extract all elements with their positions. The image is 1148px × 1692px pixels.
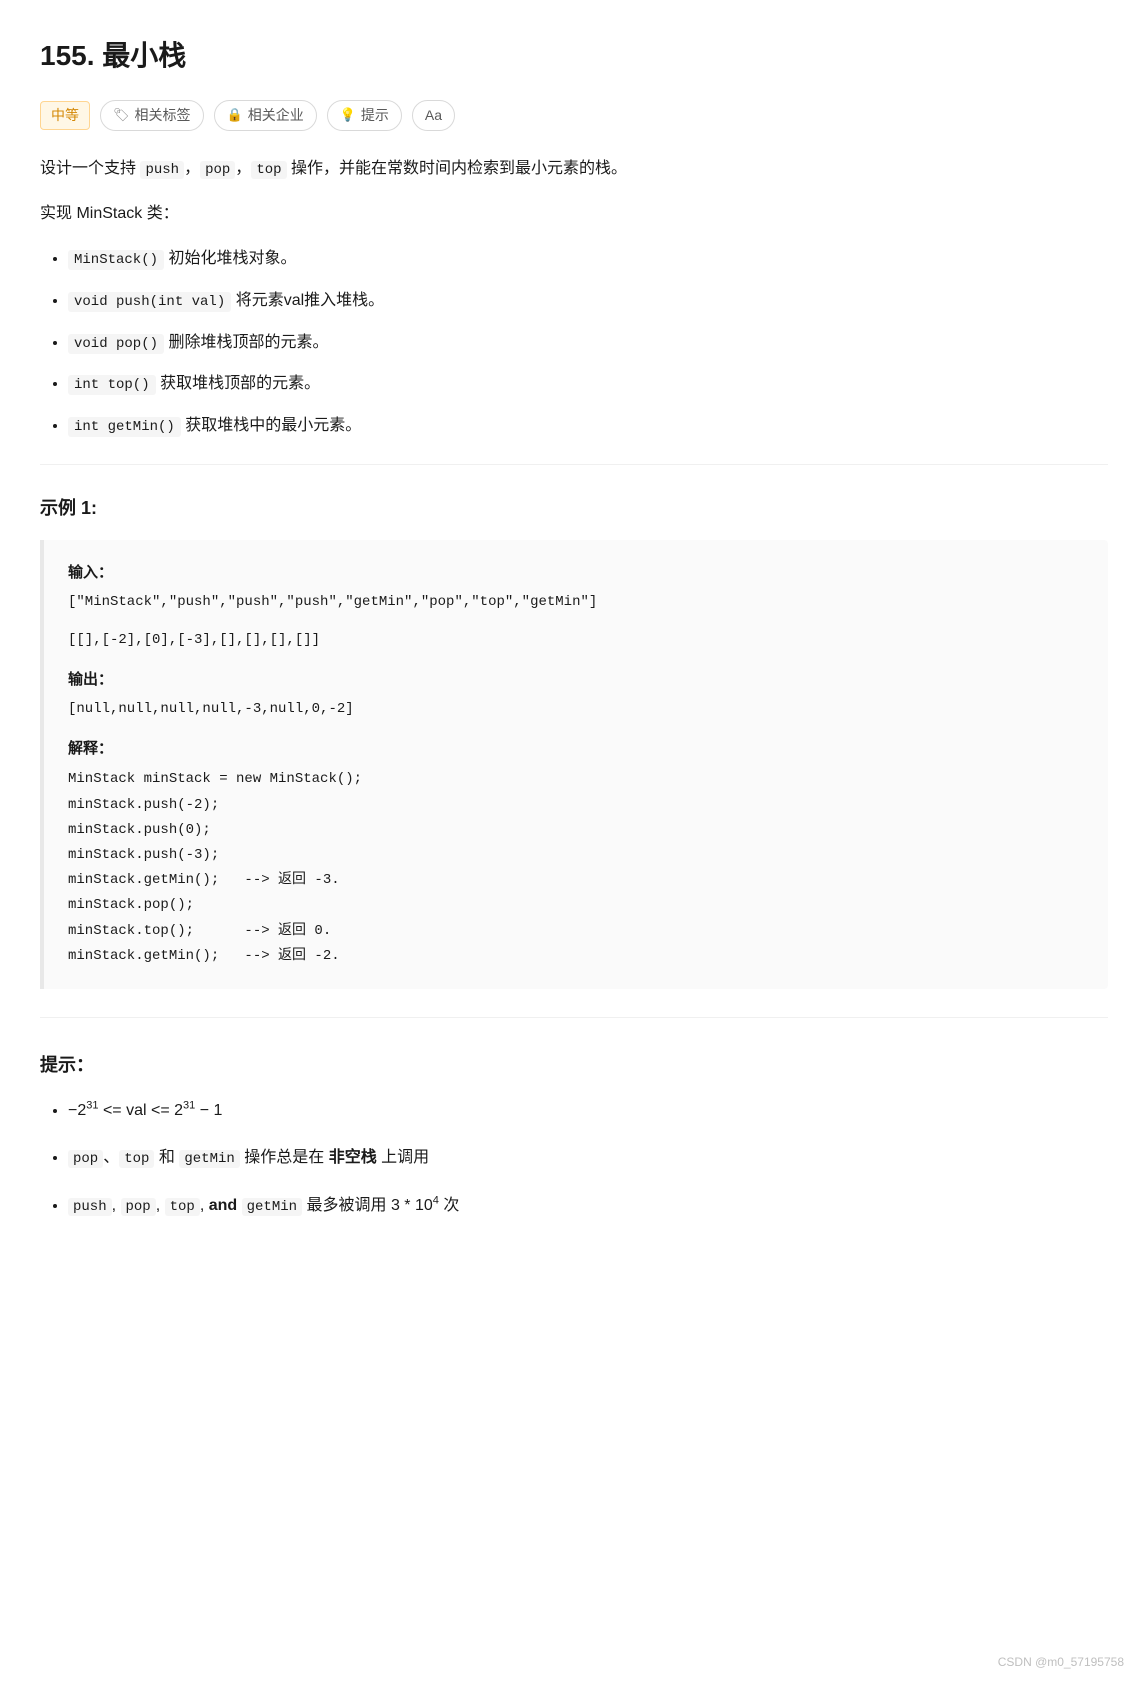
code-top: top: [251, 161, 286, 179]
footer-attribution: CSDN @m0_57195758: [998, 1652, 1124, 1672]
hint-code-pop: pop: [68, 1150, 103, 1168]
tag-font[interactable]: Aa: [412, 100, 455, 132]
hint-item-0: −231 <= val <= 231 − 1: [68, 1097, 1108, 1125]
input-label: 输入：: [68, 560, 1084, 586]
hint-code-top2: top: [165, 1198, 200, 1216]
input-value-1: ["MinStack","push","push","push","getMin…: [68, 591, 1084, 615]
explanation-label: 解释：: [68, 736, 1084, 762]
example-section: 示例 1: 输入： ["MinStack","push","push","pus…: [40, 493, 1108, 989]
method-desc-4: 获取堆栈中的最小元素。: [185, 417, 361, 434]
method-desc-2: 删除堆栈顶部的元素。: [168, 334, 328, 351]
separator-2: [40, 1017, 1108, 1018]
description-1: 设计一个支持 push，pop，top 操作，并能在常数时间内检索到最小元素的栈…: [40, 155, 1108, 184]
hint-text-2: push, pop, top, and getMin 最多被调用 3 * 104…: [68, 1197, 459, 1214]
tag-font-text: Aa: [425, 104, 442, 128]
method-item-1: void push(int val) 将元素val推入堆栈。: [68, 287, 1108, 315]
difficulty-badge[interactable]: 中等: [40, 101, 90, 131]
hint-text-0: −231 <= val <= 231 − 1: [68, 1102, 222, 1119]
hint-bold-and: and: [209, 1197, 237, 1214]
method-code-3: int top(): [68, 375, 156, 395]
hint-code-push: push: [68, 1198, 112, 1216]
description-2: 实现 MinStack 类：: [40, 200, 1108, 229]
example-block: 输入： ["MinStack","push","push","push","ge…: [40, 540, 1108, 989]
method-item-4: int getMin() 获取堆栈中的最小元素。: [68, 412, 1108, 440]
input-value-2: [[],[-2],[0],[-3],[],[],[],[]]: [68, 629, 1084, 653]
method-desc-0: 初始化堆栈对象。: [168, 250, 296, 267]
method-item-0: MinStack() 初始化堆栈对象。: [68, 245, 1108, 273]
tag-label-text: 相关标签: [135, 104, 191, 128]
hint-code-getmin2: getMin: [242, 1198, 302, 1216]
hint-item-2: push, pop, top, and getMin 最多被调用 3 * 104…: [68, 1192, 1108, 1220]
output-value: [null,null,null,null,-3,null,0,-2]: [68, 698, 1084, 722]
hint-text-1: pop、top 和 getMin 操作总是在 非空栈 上调用: [68, 1149, 429, 1166]
hints-section: 提示： −231 <= val <= 231 − 1 pop、top 和 get…: [40, 1050, 1108, 1220]
tag-related-labels[interactable]: 🏷 相关标签: [100, 100, 204, 132]
method-code-0: MinStack(): [68, 250, 164, 270]
method-item-3: int top() 获取堆栈顶部的元素。: [68, 370, 1108, 398]
tag-company-icon: 🔒: [227, 104, 243, 126]
hint-item-1: pop、top 和 getMin 操作总是在 非空栈 上调用: [68, 1144, 1108, 1172]
tag-company-text: 相关企业: [248, 104, 304, 128]
tag-label-icon: 🏷: [113, 104, 130, 126]
method-desc-1: 将元素val推入堆栈。: [236, 292, 384, 309]
tag-hints[interactable]: 💡 提示: [327, 100, 402, 132]
tag-related-companies[interactable]: 🔒 相关企业: [214, 100, 317, 132]
method-item-2: void pop() 删除堆栈顶部的元素。: [68, 329, 1108, 357]
method-code-4: int getMin(): [68, 417, 181, 437]
example-section-title: 示例 1:: [40, 493, 1108, 524]
method-code-1: void push(int val): [68, 292, 231, 312]
tag-hints-text: 提示: [361, 104, 389, 128]
tags-row: 中等 🏷 相关标签 🔒 相关企业 💡 提示 Aa: [40, 100, 1108, 132]
method-desc-3: 获取堆栈顶部的元素。: [160, 375, 320, 392]
method-code-2: void pop(): [68, 334, 164, 354]
page-title: 155. 最小栈: [40, 32, 1108, 80]
hint-code-pop2: pop: [121, 1198, 156, 1216]
hint-bold-0: 非空栈: [329, 1149, 377, 1166]
tag-hints-icon: 💡: [340, 104, 356, 126]
separator-1: [40, 464, 1108, 465]
code-pop: pop: [200, 161, 235, 179]
methods-list: MinStack() 初始化堆栈对象。 void push(int val) 将…: [40, 245, 1108, 440]
explanation-content: MinStack minStack = new MinStack(); minS…: [68, 767, 1084, 969]
hint-code-getmin: getMin: [179, 1150, 239, 1168]
hint-code-top: top: [119, 1150, 154, 1168]
code-push: push: [140, 161, 184, 179]
hints-title: 提示：: [40, 1050, 1108, 1081]
output-label: 输出：: [68, 667, 1084, 693]
hints-list: −231 <= val <= 231 − 1 pop、top 和 getMin …: [40, 1097, 1108, 1220]
